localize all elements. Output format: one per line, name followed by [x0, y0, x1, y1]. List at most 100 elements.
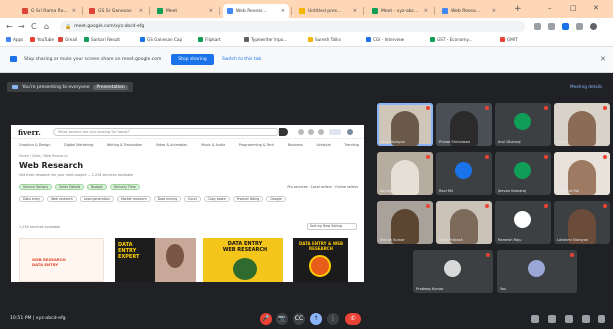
tag-chip[interactable]: Google — [266, 196, 286, 202]
close-tab-icon[interactable]: × — [209, 8, 213, 14]
gig-thumbnail[interactable]: DATA ENTRY WEB RESEARCH — [203, 238, 283, 282]
sort-select[interactable]: Sort by: Best Selling — [307, 223, 357, 230]
tab-3[interactable]: Web Resear... × — [223, 4, 289, 18]
profile-avatar[interactable] — [590, 23, 597, 30]
mic-off-button[interactable]: 🎤 — [260, 313, 272, 325]
extension-icon[interactable] — [562, 23, 569, 30]
close-tab-icon[interactable]: × — [492, 8, 496, 14]
switch-tab-link[interactable]: Switch to this tab — [222, 57, 261, 62]
gig-thumbnail[interactable]: DATA ENTRY EXPERT — [115, 238, 155, 282]
site-search-input[interactable]: What service are you looking for today? — [53, 128, 279, 136]
forward-button[interactable]: → — [18, 21, 25, 32]
tag-chip[interactable]: Data entry — [19, 196, 45, 202]
chat-icon[interactable] — [565, 315, 573, 323]
tag-chip[interactable]: Product listing — [232, 196, 264, 202]
gig-thumbnail-photo[interactable] — [155, 238, 196, 282]
minimize-button[interactable]: – — [548, 3, 552, 13]
site-search-button[interactable] — [279, 128, 288, 136]
close-infobar-icon[interactable]: ✕ — [600, 55, 606, 63]
participant-tile[interactable]: Vijay Narayan — [377, 103, 433, 146]
participant-tile[interactable]: Prinaa Srinivasan — [436, 103, 492, 146]
bookmark-1[interactable]: YouTube — [30, 37, 54, 42]
bookmark-0[interactable]: Apps — [6, 37, 23, 42]
category-link[interactable]: Writing & Translation — [107, 143, 142, 147]
new-tab-button[interactable]: + — [514, 4, 522, 14]
bookmark-7[interactable]: Suresh Talks — [308, 37, 341, 42]
participant-tile[interactable]: Ravi MV — [436, 152, 492, 195]
bookmark-3[interactable]: Sarkari Result — [84, 37, 120, 42]
category-link[interactable]: Business — [288, 143, 303, 147]
captions-button[interactable]: CC — [293, 313, 305, 325]
reload-button[interactable]: C — [31, 21, 37, 32]
participant-tile[interactable]: Kavitha — [377, 152, 433, 195]
participant-tile[interactable]: Pradeep Kumar — [413, 250, 493, 293]
participant-tile[interactable]: Mohan Kumar — [377, 201, 433, 244]
home-button[interactable]: ⌂ — [44, 21, 49, 32]
host-controls-icon[interactable] — [598, 315, 605, 323]
filter-dropdown[interactable]: Service Options — [19, 184, 53, 190]
address-bar[interactable]: 🔒 meet.google.com/xyz-abcd-efg — [60, 21, 525, 32]
tag-chip[interactable]: Copy paste — [203, 196, 230, 202]
cam-off-button[interactable]: 📷 — [276, 313, 288, 325]
tag-chip[interactable]: Excel — [184, 196, 201, 202]
bookmark-9[interactable]: GST - Economy... — [430, 37, 472, 42]
people-icon[interactable] — [548, 315, 556, 323]
present-button[interactable]: ↑ — [310, 313, 322, 325]
participant-tile[interactable]: You — [497, 250, 577, 293]
meeting-details-link[interactable]: Meeting details — [570, 84, 602, 89]
orders-link[interactable] — [329, 129, 341, 135]
gig-thumbnail[interactable]: DATA ENTRY & WEB RESEARCH — [293, 238, 348, 282]
extension-icon[interactable] — [548, 23, 555, 30]
tab-0[interactable]: G Sri Rama Ra... × — [18, 4, 80, 18]
close-tab-icon[interactable]: × — [281, 8, 285, 14]
participant-tile[interactable]: Arul Dhanraj — [495, 103, 551, 146]
category-link[interactable]: Video & Animation — [156, 143, 188, 147]
tab-5[interactable]: Meet - xyz-abc... × — [368, 4, 432, 18]
seller-toggles[interactable]: Pro services · Local sellers · Online se… — [287, 185, 358, 189]
activities-icon[interactable] — [582, 315, 590, 323]
participant-tile[interactable]: Lakshmi Narayan — [554, 201, 610, 244]
filter-dropdown[interactable]: Budget — [87, 184, 107, 190]
mail-icon[interactable] — [308, 129, 314, 135]
tab-6[interactable]: Web Resea... × — [438, 4, 500, 18]
presentation-tag[interactable]: Presentation — [93, 84, 128, 90]
more-button[interactable]: ⋮ — [327, 313, 339, 325]
participant-tile[interactable]: Selvi Prakash — [436, 201, 492, 244]
category-link[interactable]: Trending — [344, 143, 359, 147]
close-tab-icon[interactable]: × — [72, 8, 76, 14]
bookmark-8[interactable]: CGI - Interview — [366, 37, 404, 42]
tag-chip[interactable]: Data mining — [153, 196, 182, 202]
category-link[interactable]: Lifestyle — [316, 143, 330, 147]
user-avatar[interactable] — [347, 129, 353, 135]
category-link[interactable]: Graphics & Design — [19, 143, 50, 147]
bell-icon[interactable] — [298, 129, 304, 135]
category-link[interactable]: Programming & Tech — [239, 143, 274, 147]
maximize-button[interactable]: □ — [570, 3, 577, 13]
extension-icon[interactable] — [534, 23, 541, 30]
bookmark-6[interactable]: Typewriter Inpu... — [244, 37, 287, 42]
filter-dropdown[interactable]: Delivery Time — [109, 184, 140, 190]
participant-tile[interactable]: Balaji — [554, 103, 610, 146]
info-icon[interactable] — [531, 315, 539, 323]
bookmark-4[interactable]: GS Ganesan Cap — [140, 37, 182, 42]
tag-chip[interactable]: Lead generation — [79, 196, 114, 202]
tab-1[interactable]: GS Sr Ganesan × — [85, 4, 147, 18]
tab-4[interactable]: Untitled pres... × — [295, 4, 361, 18]
gig-thumbnail[interactable]: WEB RESEARCH DATA ENTRY — [19, 238, 104, 282]
close-window-button[interactable]: ✕ — [593, 3, 599, 13]
tab-2[interactable]: Meet × — [153, 4, 217, 18]
bookmark-10[interactable]: GMIT — [500, 37, 518, 42]
participant-tile[interactable]: Jeevan Kamaraj — [495, 152, 551, 195]
close-tab-icon[interactable]: × — [424, 8, 428, 14]
close-tab-icon[interactable]: × — [139, 8, 143, 14]
bookmark-5[interactable]: Flipkart — [198, 37, 221, 42]
filter-dropdown[interactable]: Seller Details — [55, 184, 85, 190]
category-link[interactable]: Digital Marketing — [64, 143, 93, 147]
category-link[interactable]: Music & Audio — [201, 143, 225, 147]
back-button[interactable]: ← — [6, 21, 13, 32]
puzzle-icon[interactable] — [576, 23, 583, 30]
bookmark-2[interactable]: Gmail — [58, 37, 77, 42]
tag-chip[interactable]: Web research — [47, 196, 77, 202]
heart-icon[interactable] — [318, 129, 324, 135]
tag-chip[interactable]: Market research — [116, 196, 151, 202]
